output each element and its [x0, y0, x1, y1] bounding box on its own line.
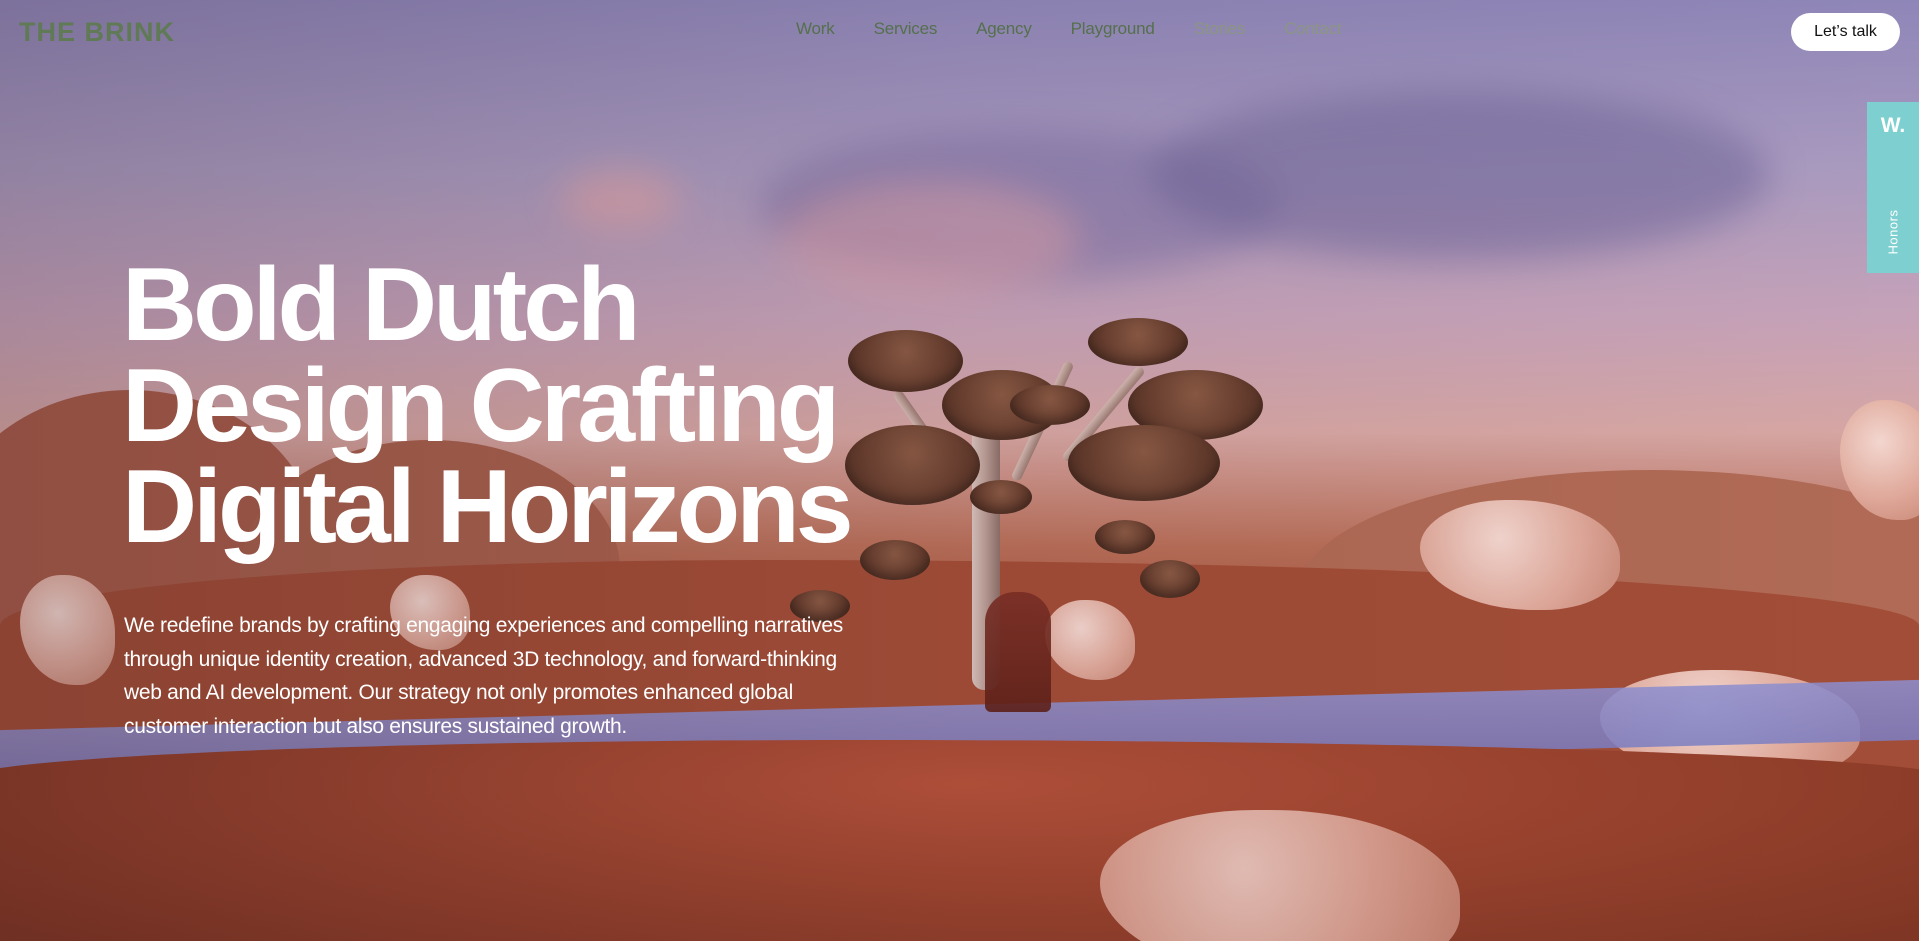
nav-services[interactable]: Services: [874, 19, 938, 39]
nav-stories[interactable]: Stories: [1194, 19, 1246, 39]
hero-title-line: Design Crafting: [122, 348, 840, 464]
logo[interactable]: THE BRINK: [19, 17, 175, 48]
nav-contact[interactable]: Contact: [1284, 19, 1341, 39]
page: THE BRINK Work Services Agency Playgroun…: [0, 0, 1919, 941]
honors-label: Honors: [1885, 209, 1901, 255]
awwwards-logo-icon: W.: [1880, 114, 1906, 137]
lets-talk-button[interactable]: Let’s talk: [1791, 13, 1900, 51]
main-nav: Work Services Agency Playground Stories …: [796, 19, 1342, 39]
nav-agency[interactable]: Agency: [976, 19, 1032, 39]
honors-tab[interactable]: W. Honors: [1867, 102, 1919, 273]
hero-title-line: Bold Dutch: [122, 247, 641, 363]
nav-work[interactable]: Work: [796, 19, 835, 39]
nav-playground[interactable]: Playground: [1071, 19, 1155, 39]
hero-description: We redefine brands by crafting engaging …: [124, 614, 843, 738]
hero-title: Bold Dutch Design Crafting Digital Horiz…: [122, 247, 854, 565]
hero-title-line: Digital Horizons: [122, 449, 854, 565]
